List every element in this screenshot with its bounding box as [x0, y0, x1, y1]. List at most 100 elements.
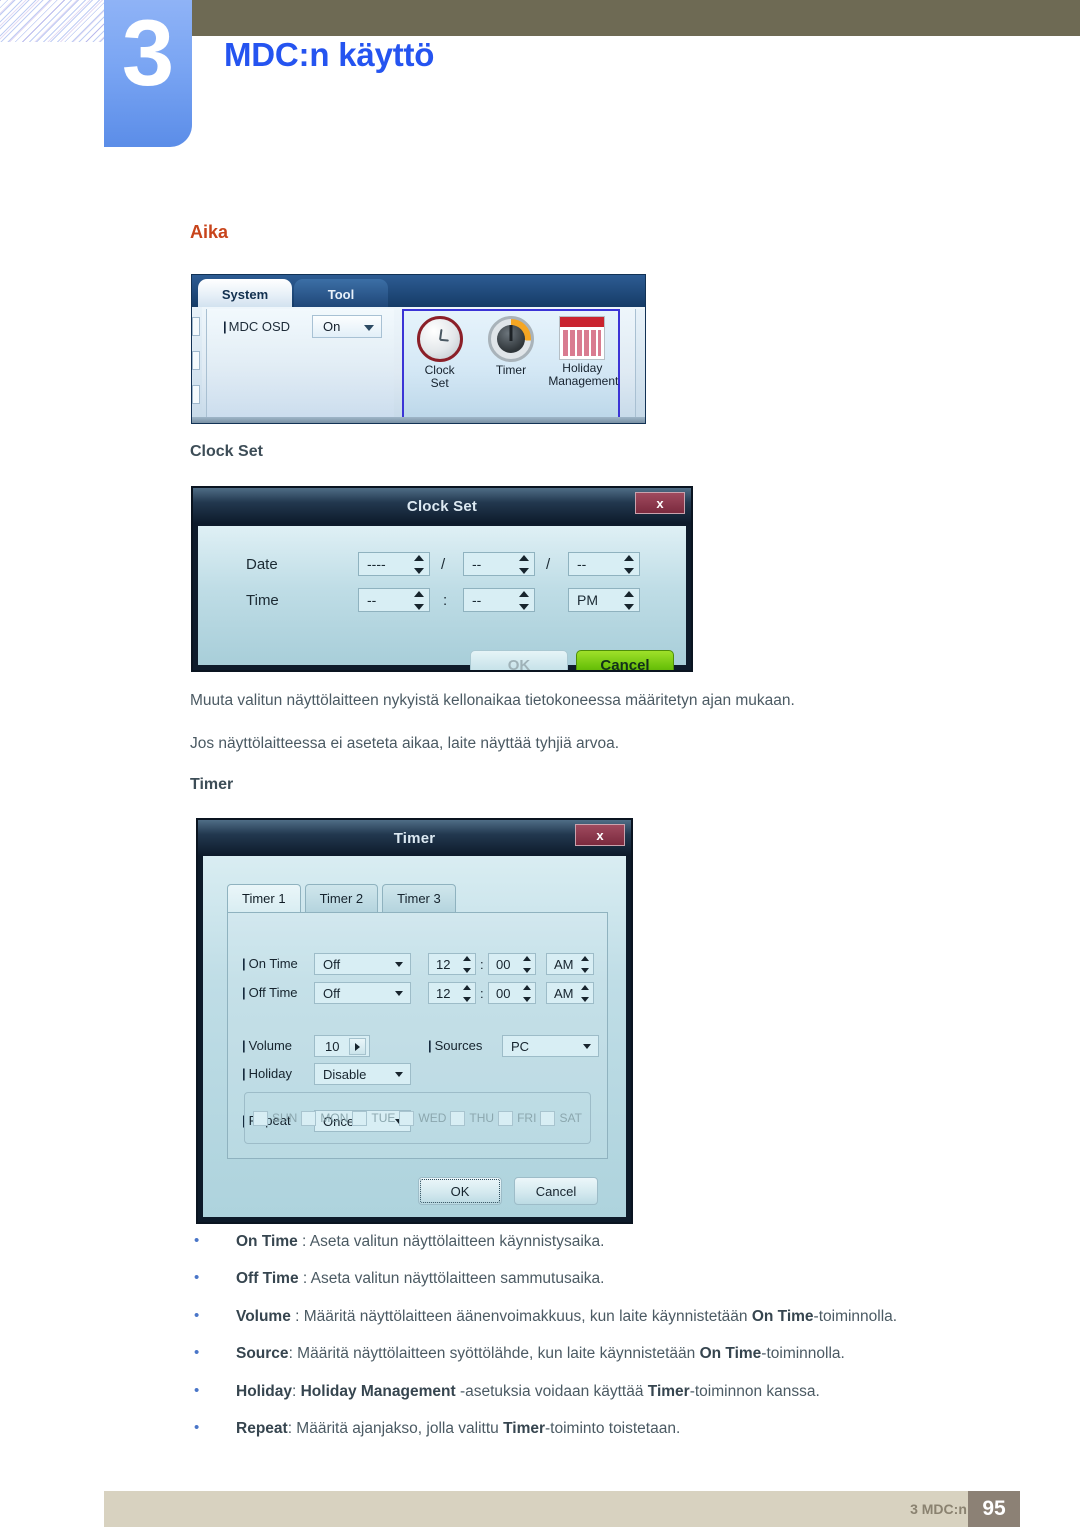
section-heading-clock-set: Clock Set [190, 443, 263, 460]
time-meridiem-spinner[interactable]: PM [568, 588, 640, 612]
clock-set-time-row: Time -- : -- PM [198, 588, 686, 618]
checkbox-thu[interactable] [450, 1110, 466, 1126]
clock-set-ok-button[interactable]: OK [470, 650, 568, 670]
date-year-spinner[interactable]: ---- [358, 552, 430, 576]
volume-increase-icon[interactable] [349, 1038, 366, 1055]
weekday-sat[interactable]: SAT [540, 1110, 582, 1126]
spinner-arrows-icon[interactable] [518, 555, 530, 574]
spinner-arrows-icon[interactable] [580, 956, 590, 973]
clock-set-date-row: Date ---- / -- / -- [198, 552, 686, 582]
date-month-spinner[interactable]: -- [463, 552, 535, 576]
mdc-osd-panel: | MDC OSD On [206, 309, 394, 421]
clock-set-dialog-title: Clock Set [406, 497, 478, 515]
spinner-arrows-icon[interactable] [522, 956, 532, 973]
chevron-down-icon [583, 1044, 591, 1049]
off-time-state-value: Off [323, 985, 341, 1001]
weekday-tue[interactable]: TUE [352, 1110, 395, 1126]
holiday-value: Disable [323, 1066, 367, 1082]
spinner-arrows-icon[interactable] [623, 555, 635, 574]
timer-caption-line1: Timer [495, 363, 527, 377]
checkbox-wed[interactable] [399, 1110, 415, 1126]
sources-label: | Sources [428, 1038, 483, 1053]
clock-set-cancel-button[interactable]: Cancel [576, 650, 674, 670]
spinner-arrows-icon[interactable] [413, 555, 425, 574]
timer-dialog: Timer x Timer 1 Timer 2 Timer 3 | On Time… [196, 818, 633, 1224]
time-minute-spinner[interactable]: -- [463, 588, 535, 612]
chevron-down-icon [395, 991, 403, 996]
timer-button[interactable]: Timer [477, 316, 545, 391]
checkbox-tue[interactable] [352, 1110, 368, 1126]
on-time-state-dropdown[interactable]: Off [314, 953, 411, 975]
tab-tool[interactable]: Tool [294, 279, 388, 309]
off-time-minute-value: 00 [496, 985, 511, 1001]
bullet-term: Volume [236, 1307, 291, 1325]
section-heading-aika: Aika [190, 222, 229, 242]
time-hour-spinner[interactable]: -- [358, 588, 430, 612]
clock-set-button[interactable]: Clock Set [406, 316, 474, 391]
mdc-osd-dropdown[interactable]: On [312, 315, 382, 338]
off-time-hour-spinner[interactable]: 12 [428, 982, 476, 1004]
timer-ok-button[interactable]: OK [418, 1177, 502, 1205]
section-heading-timer: Timer [190, 776, 234, 793]
sources-dropdown[interactable]: PC [502, 1035, 599, 1057]
spinner-arrows-icon[interactable] [522, 985, 532, 1002]
volume-value: 10 [325, 1038, 340, 1054]
toolbar-left-stub-3 [192, 385, 200, 404]
off-time-label: | Off Time [242, 985, 298, 1000]
chevron-down-icon [395, 1072, 403, 1077]
holiday-dropdown[interactable]: Disable [314, 1063, 411, 1085]
on-time-hour-spinner[interactable]: 12 [428, 953, 476, 975]
checkbox-mon[interactable] [301, 1110, 317, 1126]
weekday-mon[interactable]: MON [301, 1110, 348, 1126]
timer-dialog-title: Timer [393, 829, 436, 847]
on-time-hour-value: 12 [436, 956, 451, 972]
off-time-meridiem-value: AM [554, 985, 574, 1001]
bullet-icon: • [194, 1232, 200, 1249]
clock-set-icon [416, 316, 463, 362]
spinner-arrows-icon[interactable] [413, 591, 425, 610]
off-time-hour-value: 12 [436, 985, 451, 1001]
checkbox-sat[interactable] [540, 1110, 556, 1126]
toolbar-tab-strip: System Tool [192, 275, 645, 309]
tab-system[interactable]: System [198, 279, 292, 309]
holiday-management-icon [559, 316, 606, 360]
on-time-state-value: Off [323, 956, 341, 972]
list-item-text: Repeat: Määritä ajanjakso, jolla valittu… [236, 1419, 681, 1437]
chapter-number: 3 [121, 0, 175, 105]
close-icon[interactable]: x [635, 492, 685, 514]
holiday-label: | Holiday [242, 1066, 292, 1081]
tab-timer-1[interactable]: Timer 1 [227, 884, 301, 912]
spinner-arrows-icon[interactable] [623, 591, 635, 610]
spinner-arrows-icon[interactable] [462, 956, 472, 973]
holiday-management-button[interactable]: Holiday Management [548, 316, 618, 391]
on-time-minute-spinner[interactable]: 00 [488, 953, 536, 975]
on-time-meridiem-spinner[interactable]: AM [546, 953, 594, 975]
weekday-fri[interactable]: FRI [498, 1110, 536, 1126]
list-item-text: Volume : Määritä näyttölaitteen äänenvoi… [236, 1307, 898, 1325]
chevron-down-icon [364, 325, 374, 331]
list-item: • On Time : Aseta valitun näyttölaitteen… [190, 1232, 1010, 1251]
weekday-sun[interactable]: SUN [253, 1110, 297, 1126]
clock-set-caption-line1: Clock [424, 363, 455, 377]
list-item: • Repeat: Määritä ajanjakso, jolla valit… [190, 1419, 1010, 1438]
checkbox-fri[interactable] [498, 1110, 514, 1126]
weekday-wed[interactable]: WED [399, 1110, 446, 1126]
spinner-arrows-icon[interactable] [518, 591, 530, 610]
tab-timer-3[interactable]: Timer 3 [382, 884, 456, 912]
bullet-icon: • [194, 1344, 200, 1362]
close-icon[interactable]: x [575, 824, 625, 846]
tab-timer-2[interactable]: Timer 2 [304, 884, 379, 912]
timer-cancel-button[interactable]: Cancel [514, 1177, 598, 1205]
off-time-state-dropdown[interactable]: Off [314, 982, 411, 1004]
volume-stepper[interactable]: 10 [314, 1035, 370, 1057]
footer-bar [104, 1491, 984, 1527]
off-time-minute-spinner[interactable]: 00 [488, 982, 536, 1004]
spinner-arrows-icon[interactable] [462, 985, 472, 1002]
date-day-spinner[interactable]: -- [568, 552, 640, 576]
weekday-thu[interactable]: THU [450, 1110, 494, 1126]
time-meridiem-value: PM [577, 592, 598, 608]
spinner-arrows-icon[interactable] [580, 985, 590, 1002]
checkbox-sun[interactable] [253, 1110, 268, 1126]
off-time-meridiem-spinner[interactable]: AM [546, 982, 594, 1004]
toolbar-right-stub [635, 309, 645, 421]
